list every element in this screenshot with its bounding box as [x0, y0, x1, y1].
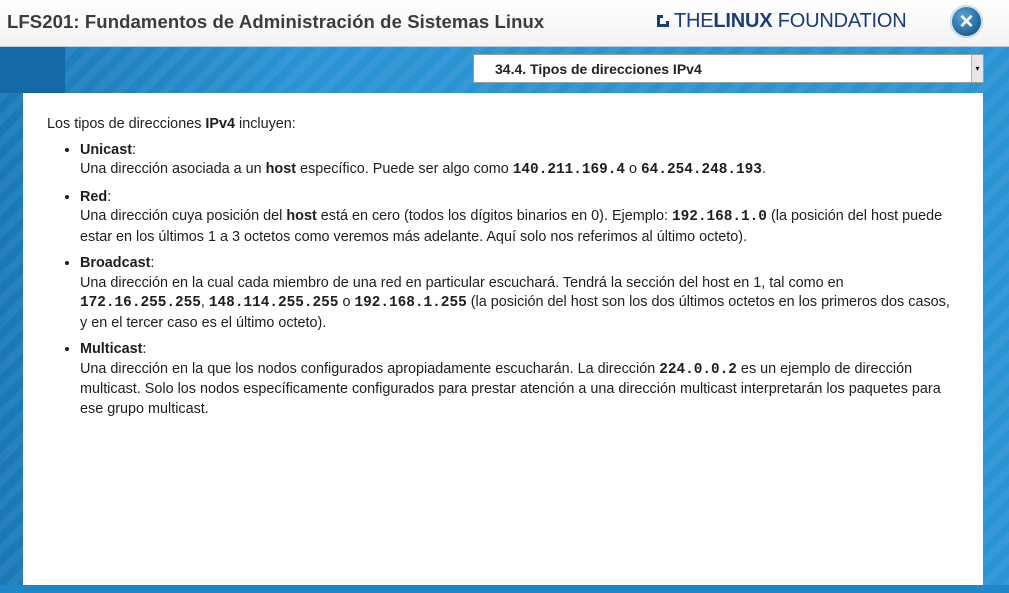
- ip-address: 192.168.1.0: [671, 209, 767, 225]
- close-icon: ×: [959, 7, 974, 35]
- ip-address: 224.0.0.2: [659, 361, 737, 378]
- ip-address: 192.168.1.255: [354, 295, 467, 311]
- ip-address: 172.16.255.255: [80, 295, 201, 311]
- course-title: LFS201: Fundamentos de Administración de…: [7, 11, 545, 32]
- left-accent-block: [0, 47, 65, 93]
- ip-address: 64.254.248.193: [641, 162, 762, 178]
- lesson-content-panel: Los tipos de direcciones IPv4 incluyen: …: [23, 93, 983, 585]
- close-button[interactable]: ×: [950, 5, 983, 38]
- linux-foundation-logo: THELINUX FOUNDATION: [657, 10, 907, 32]
- term-label: Broadcast: [80, 255, 151, 271]
- address-types-list: Unicast: Una dirección asociada a un hos…: [47, 141, 959, 420]
- logo-square-icon: [657, 15, 669, 27]
- list-item-red: Red: Una dirección cuya posición del hos…: [80, 188, 959, 248]
- term-label: Red: [80, 188, 108, 205]
- chevron-down-icon[interactable]: ▾: [971, 55, 983, 82]
- bottom-strip: [0, 585, 1009, 593]
- term-label: Unicast: [80, 141, 132, 158]
- list-item-unicast: Unicast: Una dirección asociada a un hos…: [80, 141, 959, 181]
- section-selector[interactable]: 34.4. Tipos de direcciones IPv4 ▾: [473, 54, 984, 83]
- intro-paragraph: Los tipos de direcciones IPv4 incluyen:: [47, 116, 296, 132]
- ip-address: 148.114.255.255: [208, 295, 339, 311]
- section-selector-value: 34.4. Tipos de direcciones IPv4: [495, 61, 702, 77]
- header-bar: LFS201: Fundamentos de Administración de…: [0, 0, 1009, 47]
- logo-text: THELINUX FOUNDATION: [674, 9, 907, 32]
- term-label: Multicast: [80, 341, 143, 357]
- list-item-broadcast: Broadcast: Una dirección en la cual cada…: [80, 254, 959, 333]
- list-item-multicast: Multicast: Una dirección en la que los n…: [80, 340, 959, 419]
- ip-address: 140.211.169.4: [512, 162, 626, 178]
